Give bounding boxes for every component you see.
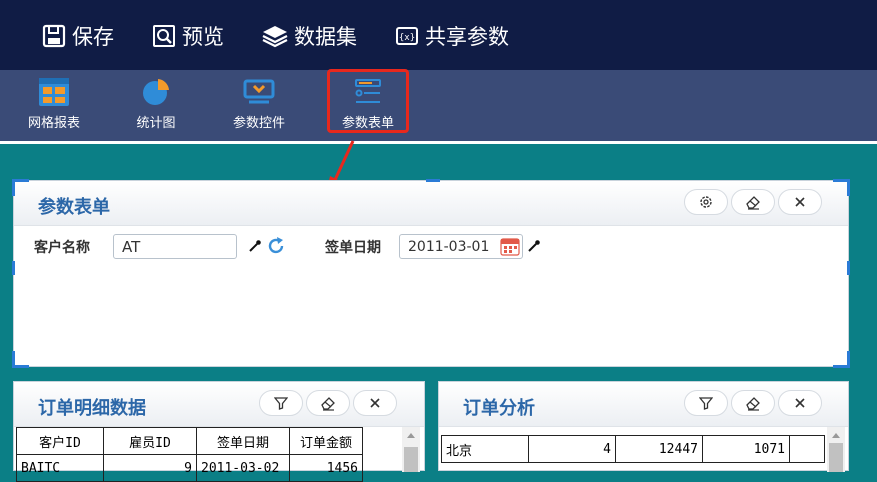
top-bar: 保存 预览 数据集 {x} 共享参数 xyxy=(0,0,877,70)
order-detail-panel: 订单明细数据 客户ID 雇员ID 签单日期 订单金额 BAITC 9 2011-… xyxy=(13,381,425,482)
dataset-label: 数据集 xyxy=(294,25,357,49)
clear-button[interactable] xyxy=(731,390,775,416)
filter-icon xyxy=(699,397,713,410)
vertical-scrollbar[interactable] xyxy=(402,427,420,472)
tool-grid-report-label: 网格报表 xyxy=(27,116,80,131)
gear-icon xyxy=(700,196,712,208)
close-icon xyxy=(795,197,805,207)
table-cell: 2011-03-02 xyxy=(196,454,290,482)
table-cell: 9 xyxy=(103,454,197,482)
calendar-icon[interactable] xyxy=(500,236,520,256)
column-header: 订单金额 xyxy=(289,427,363,455)
clear-button[interactable] xyxy=(306,390,350,416)
resize-handle[interactable] xyxy=(833,351,850,368)
resize-handle[interactable] xyxy=(833,179,850,196)
order-detail-table: 客户ID 雇员ID 签单日期 订单金额 BAITC 9 2011-03-02 1… xyxy=(16,427,363,482)
dataset-button[interactable]: 数据集 xyxy=(262,22,357,50)
eraser-icon xyxy=(746,397,760,411)
column-header: 签单日期 xyxy=(196,427,290,455)
close-icon xyxy=(370,398,380,408)
eyedropper-icon[interactable] xyxy=(527,239,541,253)
close-button[interactable] xyxy=(778,390,822,416)
save-icon xyxy=(42,24,66,48)
eraser-icon xyxy=(746,196,760,210)
scrollbar-thumb[interactable] xyxy=(829,443,843,472)
resize-handle[interactable] xyxy=(12,179,29,196)
tool-param-control[interactable]: 参数控件 xyxy=(226,70,292,141)
table-header-row: 客户ID 雇员ID 签单日期 订单金额 xyxy=(16,427,363,455)
table-cell: 12447 xyxy=(615,435,703,463)
eraser-icon xyxy=(321,397,335,411)
close-button[interactable] xyxy=(778,189,822,215)
order-detail-title: 订单明细数据 xyxy=(38,398,146,419)
scroll-up-arrow-icon[interactable] xyxy=(407,433,415,438)
table-cell: BAITC xyxy=(16,454,104,482)
customer-name-input[interactable]: AT xyxy=(113,234,237,259)
resize-handle[interactable] xyxy=(426,179,440,196)
order-analysis-title: 订单分析 xyxy=(463,398,535,419)
pie-chart-icon xyxy=(143,79,169,105)
customer-name-label: 客户名称 xyxy=(34,240,90,256)
component-toolbar: 网格报表 统计图 参数控件 参数表单 xyxy=(0,70,877,141)
tool-grid-report[interactable]: 网格报表 xyxy=(22,70,86,141)
share-params-label: 共享参数 xyxy=(425,25,509,49)
preview-icon xyxy=(153,25,175,47)
table-cell xyxy=(789,435,825,463)
refresh-icon[interactable] xyxy=(266,236,286,256)
filter-button[interactable] xyxy=(259,390,303,416)
tool-stat-chart[interactable]: 统计图 xyxy=(126,70,186,141)
param-form-panel: 参数表单 客户名称 AT 签单日期 2011-03-01 xyxy=(12,179,850,368)
close-icon xyxy=(795,398,805,408)
param-form-title: 参数表单 xyxy=(38,197,110,218)
filter-button[interactable] xyxy=(684,390,728,416)
order-detail-header: 订单明细数据 xyxy=(14,382,424,427)
table-cell: 1456 xyxy=(289,454,363,482)
toolbar-divider xyxy=(0,141,877,144)
eyedropper-icon[interactable] xyxy=(248,239,262,253)
settings-button[interactable] xyxy=(684,189,728,215)
svg-text:{x}: {x} xyxy=(399,33,415,43)
vertical-scrollbar[interactable] xyxy=(827,427,845,472)
param-form-highlight-box xyxy=(327,69,409,133)
tool-stat-chart-label: 统计图 xyxy=(136,116,176,131)
order-analysis-header: 订单分析 xyxy=(439,382,848,427)
scrollbar-thumb[interactable] xyxy=(404,447,418,472)
table-cell: 北京 xyxy=(441,435,529,463)
table-row: BAITC 9 2011-03-02 1456 xyxy=(16,454,363,482)
filter-icon xyxy=(274,397,288,410)
sign-date-label: 签单日期 xyxy=(325,240,381,256)
save-button[interactable]: 保存 xyxy=(42,22,114,50)
tool-param-control-label: 参数控件 xyxy=(232,116,285,131)
column-header: 雇员ID xyxy=(103,427,197,455)
preview-button[interactable]: 预览 xyxy=(152,22,224,50)
order-analysis-table: 北京 4 12447 1071 xyxy=(441,435,825,463)
resize-handle[interactable] xyxy=(833,261,850,275)
close-button[interactable] xyxy=(353,390,397,416)
column-header: 客户ID xyxy=(16,427,104,455)
clear-button[interactable] xyxy=(731,189,775,215)
preview-label: 预览 xyxy=(182,25,224,49)
resize-handle[interactable] xyxy=(12,351,29,368)
share-params-icon: {x} xyxy=(396,27,418,45)
table-cell: 1071 xyxy=(702,435,790,463)
table-row: 北京 4 12447 1071 xyxy=(441,435,825,463)
resize-handle[interactable] xyxy=(12,261,29,275)
grid-report-icon xyxy=(39,78,69,106)
save-label: 保存 xyxy=(72,25,114,49)
table-cell: 4 xyxy=(528,435,616,463)
share-params-button[interactable]: {x} 共享参数 xyxy=(395,22,509,50)
order-analysis-panel: 订单分析 北京 4 12447 1071 xyxy=(438,381,849,472)
layers-icon xyxy=(262,26,288,48)
scroll-up-arrow-icon[interactable] xyxy=(832,433,840,438)
param-control-icon xyxy=(243,79,275,104)
